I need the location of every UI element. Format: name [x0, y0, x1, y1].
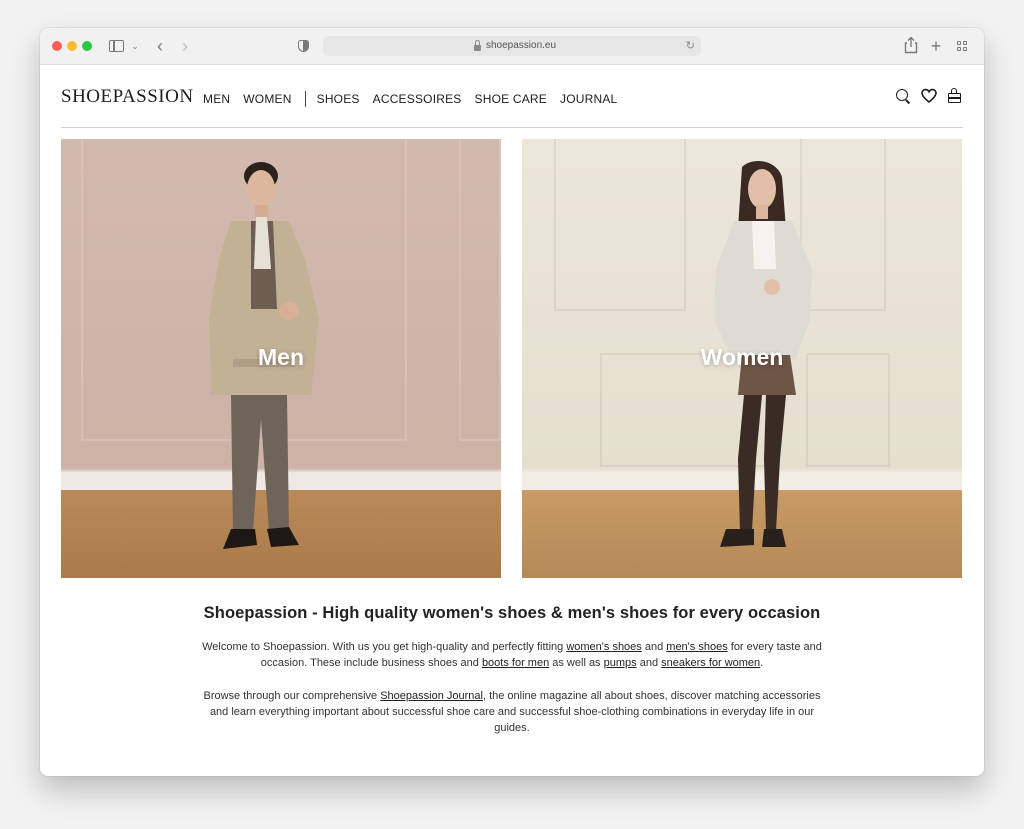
lock-icon [474, 40, 481, 51]
women-category-tile[interactable]: Women [522, 139, 962, 578]
new-tab-icon[interactable]: + [929, 36, 943, 56]
nav-accessoires[interactable]: ACCESSOIRES [373, 92, 462, 106]
search-icon[interactable] [895, 88, 911, 104]
wall-panel [554, 139, 686, 311]
sneakers-for-women-link[interactable]: sneakers for women [661, 657, 760, 669]
intro-text: and [641, 641, 667, 653]
page-heading: Shoepassion - High quality women's shoes… [203, 604, 821, 622]
header-divider [61, 127, 963, 128]
shopping-bag-icon[interactable] [947, 88, 963, 104]
intro-paragraph: Welcome to Shoepassion. With us you get … [202, 639, 822, 671]
sidebar-icon[interactable] [108, 36, 124, 56]
header-actions [895, 88, 963, 104]
share-icon[interactable] [904, 36, 918, 56]
intro-section: Shoepassion - High quality women's shoes… [40, 604, 984, 736]
intro-text: . [760, 657, 764, 669]
back-icon[interactable]: ‹ [153, 36, 167, 56]
nav-women[interactable]: WOMEN [243, 92, 291, 106]
nav-shoes[interactable]: SHOES [317, 92, 360, 106]
zoom-window-button[interactable] [82, 41, 92, 51]
men-category-tile[interactable]: Men [61, 139, 501, 578]
intro-text: Welcome to Shoepassion. With us you get … [202, 641, 567, 653]
site-header: SHOEPASSION MEN WOMEN SHOES ACCESSOIRES … [40, 64, 984, 128]
womens-shoes-link[interactable]: women's shoes [566, 641, 641, 653]
journal-text: Browse through our comprehensive [203, 690, 381, 702]
chevron-down-icon[interactable]: ⌄ [130, 36, 140, 56]
men-label[interactable]: Men [61, 344, 501, 371]
main-nav: MEN WOMEN SHOES ACCESSOIRES SHOE CARE JO… [203, 91, 630, 107]
nav-divider [304, 91, 306, 107]
intro-text: as well as [549, 657, 604, 669]
journal-paragraph: Browse through our comprehensive Shoepas… [202, 688, 822, 736]
mens-shoes-link[interactable]: men's shoes [666, 641, 727, 653]
reload-icon[interactable]: ↻ [686, 37, 695, 55]
tab-overview-icon[interactable] [955, 36, 969, 56]
women-label[interactable]: Women [522, 344, 962, 371]
boots-for-men-link[interactable]: boots for men [482, 657, 549, 669]
nav-shoe-care[interactable]: SHOE CARE [475, 92, 547, 106]
browser-toolbar: ⌄ ‹ › shoepassion.eu ↻ + [40, 28, 984, 65]
intro-text: and [636, 657, 662, 669]
pumps-link[interactable]: pumps [604, 657, 637, 669]
shoepassion-journal-link[interactable]: Shoepassion Journal [380, 690, 483, 702]
site-logo[interactable]: SHOEPASSION [61, 86, 194, 108]
nav-men[interactable]: MEN [203, 92, 230, 106]
address-bar[interactable]: shoepassion.eu ↻ [323, 36, 701, 56]
privacy-shield-icon[interactable] [296, 36, 310, 56]
wall-panel [459, 139, 501, 441]
forward-icon[interactable]: › [178, 36, 192, 56]
close-window-button[interactable] [52, 41, 62, 51]
nav-journal[interactable]: JOURNAL [560, 92, 617, 106]
browser-window: ⌄ ‹ › shoepassion.eu ↻ + SHOEPASSION MEN… [40, 28, 984, 776]
heart-icon[interactable] [921, 88, 937, 104]
minimize-window-button[interactable] [67, 41, 77, 51]
address-bar-url: shoepassion.eu [486, 40, 557, 51]
